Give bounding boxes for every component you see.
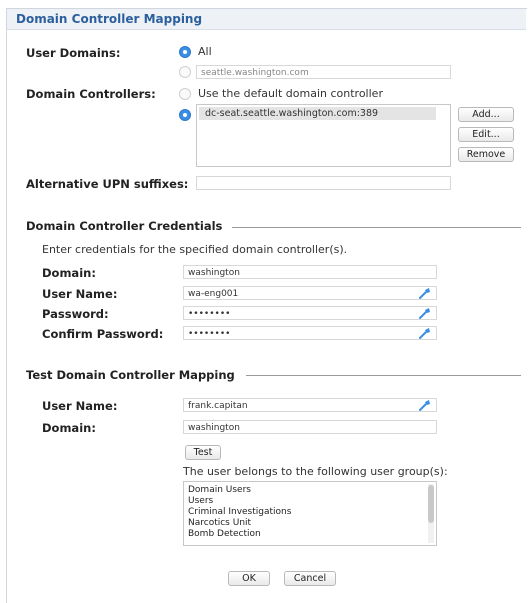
edit-button[interactable]: Edit... bbox=[458, 127, 514, 142]
cancel-button[interactable]: Cancel bbox=[284, 571, 336, 586]
domain-controllers-label: Domain Controllers: bbox=[26, 87, 156, 101]
groups-label: The user belongs to the following user g… bbox=[183, 465, 448, 478]
user-domains-all-radio[interactable] bbox=[179, 46, 191, 58]
default-dc-label: Use the default domain controller bbox=[198, 87, 383, 100]
credentials-confirm-wrench-icon[interactable] bbox=[418, 326, 432, 340]
group-item[interactable]: Narcotics Unit bbox=[188, 518, 251, 529]
groups-list[interactable]: Domain Users Users Criminal Investigatio… bbox=[183, 481, 437, 546]
test-username-field[interactable]: frank.capitan bbox=[183, 398, 437, 412]
credentials-section-rule bbox=[232, 227, 521, 228]
test-domain-label: Domain: bbox=[42, 421, 96, 435]
groups-scrollbar-thumb[interactable] bbox=[428, 485, 434, 523]
credentials-password-field[interactable]: •••••••• bbox=[183, 306, 437, 320]
credentials-domain-label: Domain: bbox=[42, 266, 96, 280]
credentials-username-label: User Name: bbox=[42, 287, 118, 301]
default-dc-radio[interactable] bbox=[179, 88, 191, 100]
dialog-title: Domain Controller Mapping bbox=[16, 12, 203, 26]
test-domain-field[interactable]: washington bbox=[183, 420, 437, 434]
ok-button[interactable]: OK bbox=[228, 571, 270, 586]
upn-suffixes-field[interactable] bbox=[196, 176, 451, 190]
credentials-instruction: Enter credentials for the specified doma… bbox=[42, 243, 348, 256]
test-username-label: User Name: bbox=[42, 399, 118, 413]
group-item[interactable]: Criminal Investigations bbox=[188, 507, 291, 518]
user-domains-specific-radio[interactable] bbox=[179, 66, 191, 78]
credentials-confirm-field[interactable]: •••••••• bbox=[183, 326, 437, 340]
upn-suffixes-label: Alternative UPN suffixes: bbox=[26, 177, 189, 191]
credentials-username-field[interactable]: wa-eng001 bbox=[183, 286, 437, 300]
user-domains-all-label: All bbox=[198, 45, 212, 58]
group-item[interactable]: Users bbox=[188, 496, 213, 507]
credentials-section-title: Domain Controller Credentials bbox=[26, 219, 229, 233]
user-domain-field[interactable]: seattle.washington.com bbox=[196, 65, 451, 79]
credentials-confirm-label: Confirm Password: bbox=[42, 327, 164, 341]
specific-dc-radio[interactable] bbox=[179, 109, 191, 121]
credentials-password-label: Password: bbox=[42, 307, 109, 321]
user-domains-label: User Domains: bbox=[26, 46, 121, 60]
domain-controller-list[interactable]: dc-seat.seattle.washington.com:389 bbox=[196, 104, 451, 167]
credentials-password-wrench-icon[interactable] bbox=[418, 306, 432, 320]
remove-button[interactable]: Remove bbox=[458, 147, 514, 162]
credentials-username-wrench-icon[interactable] bbox=[418, 286, 432, 300]
add-button[interactable]: Add... bbox=[458, 107, 514, 122]
test-username-wrench-icon[interactable] bbox=[418, 398, 432, 412]
test-button[interactable]: Test bbox=[185, 445, 221, 460]
domain-controller-entry[interactable]: dc-seat.seattle.washington.com:389 bbox=[199, 107, 436, 120]
group-item[interactable]: Bomb Detection bbox=[188, 529, 261, 540]
test-section-title: Test Domain Controller Mapping bbox=[26, 368, 241, 382]
test-section-rule bbox=[246, 375, 521, 376]
group-item[interactable]: Domain Users bbox=[188, 485, 251, 496]
credentials-domain-field[interactable]: washington bbox=[183, 265, 437, 279]
